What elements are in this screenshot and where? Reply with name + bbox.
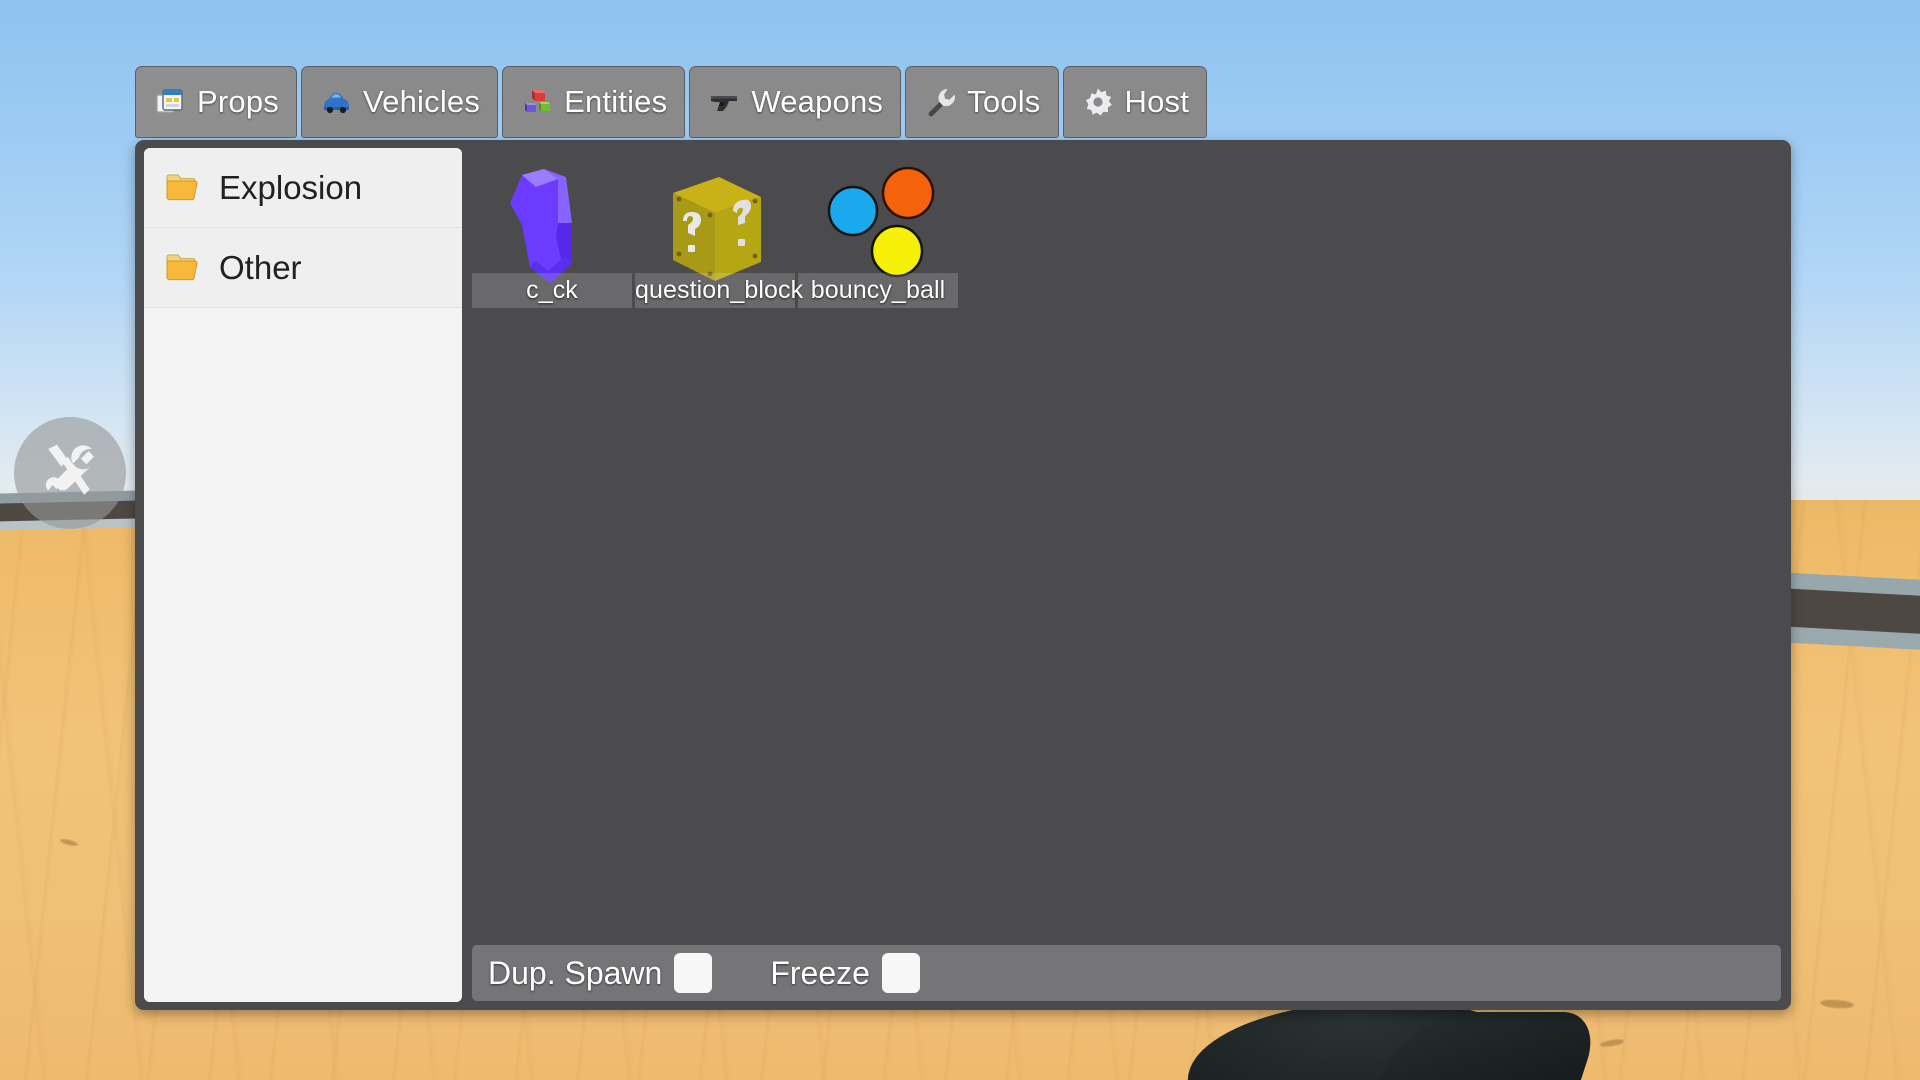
- gear-icon: [1081, 85, 1115, 119]
- wrench-icon: [923, 85, 957, 119]
- prop-tile-bouncy_ball[interactable]: bouncy_ball: [798, 148, 958, 308]
- tab-label: Entities: [564, 84, 668, 119]
- category-sidebar: Explosion Other: [144, 148, 462, 1002]
- options-bar: Dup. Spawn Freeze: [472, 945, 1781, 1001]
- tab-props[interactable]: Props: [135, 66, 297, 138]
- car-icon: [319, 85, 353, 119]
- tools-crossed-icon: [35, 438, 105, 508]
- tab-label: Vehicles: [362, 84, 481, 119]
- tool-badge: [14, 417, 126, 529]
- blocks-icon: [520, 85, 554, 119]
- content-area: c_ck question_block bouncy_ball Dup. Spa…: [466, 140, 1791, 1010]
- sidebar-item-other[interactable]: Other: [144, 228, 462, 308]
- folder-icon: [165, 252, 205, 284]
- tab-label: Props: [197, 84, 279, 119]
- tab-label: Tools: [967, 84, 1041, 119]
- prop-label: c_ck: [472, 273, 632, 308]
- sidebar-item-label: Other: [219, 248, 302, 286]
- props-window-icon: [153, 85, 187, 119]
- category-tabbar: Props Vehicles Entities Weapons Tools Ho…: [135, 66, 1208, 138]
- tab-tools[interactable]: Tools: [905, 66, 1059, 138]
- prop-label: bouncy_ball: [798, 273, 958, 308]
- prop-tile-question_block[interactable]: question_block: [635, 148, 803, 308]
- game-screen: Props Vehicles Entities Weapons Tools Ho…: [0, 0, 1920, 1080]
- dup-spawn-checkbox[interactable]: [674, 953, 713, 993]
- option-label: Dup. Spawn: [488, 954, 663, 991]
- sidebar-item-label: Explosion: [219, 168, 363, 206]
- prop-grid: c_ck question_block bouncy_ball: [472, 148, 958, 308]
- tab-vehicles[interactable]: Vehicles: [300, 66, 499, 138]
- freeze-checkbox[interactable]: [881, 953, 920, 993]
- tab-label: Host: [1124, 84, 1190, 119]
- option-freeze[interactable]: Freeze: [770, 953, 920, 993]
- sidebar-empty-space: [144, 308, 462, 1002]
- option-label: Freeze: [770, 954, 870, 991]
- tab-host[interactable]: Host: [1062, 66, 1208, 138]
- folder-icon: [165, 172, 205, 204]
- prop-tile-c_ck[interactable]: c_ck: [472, 148, 632, 308]
- sidebar-item-explosion[interactable]: Explosion: [144, 148, 462, 228]
- spawn-menu-window: Explosion Other c_ck question_block boun…: [135, 140, 1791, 1010]
- tab-weapons[interactable]: Weapons: [689, 66, 902, 138]
- option-dup-spawn[interactable]: Dup. Spawn: [488, 953, 713, 993]
- prop-label: question_block: [635, 273, 803, 308]
- tab-label: Weapons: [751, 84, 884, 119]
- tab-entities[interactable]: Entities: [502, 66, 686, 138]
- pistol-icon: [707, 85, 741, 119]
